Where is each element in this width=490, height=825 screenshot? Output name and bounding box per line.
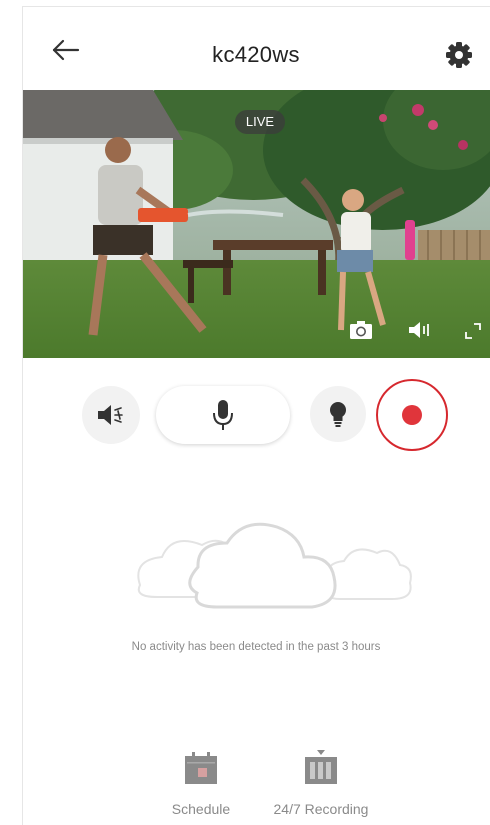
- microphone-button[interactable]: [156, 386, 290, 444]
- live-video-feed[interactable]: LIVE: [23, 90, 490, 358]
- device-title: kc420ws: [212, 42, 300, 67]
- empty-activity-message: No activity has been detected in the pas…: [131, 641, 381, 653]
- calendar-icon: [185, 752, 217, 784]
- record-button[interactable]: [376, 379, 448, 451]
- control-bar: [22, 379, 490, 460]
- live-badge: LIVE: [235, 110, 285, 134]
- tab-schedule-label: Schedule: [171, 801, 231, 817]
- speaker-volume-icon[interactable]: [407, 320, 431, 340]
- tab-recording[interactable]: 24/7 Recording: [261, 750, 381, 817]
- microphone-icon: [213, 400, 233, 430]
- light-button[interactable]: [310, 386, 366, 442]
- gear-icon[interactable]: [444, 40, 474, 70]
- recording-icon: [305, 750, 337, 784]
- record-icon: [402, 405, 422, 425]
- camera-snapshot-icon[interactable]: [349, 320, 373, 340]
- header: kc420ws: [22, 6, 490, 90]
- tab-schedule[interactable]: Schedule: [141, 750, 261, 817]
- speaker-mute-icon: [98, 405, 123, 425]
- cloud-icon: [137, 522, 412, 609]
- tab-recording-label: 24/7 Recording: [273, 801, 369, 817]
- fullscreen-icon[interactable]: [464, 322, 482, 340]
- light-bulb-icon: [330, 402, 346, 427]
- empty-activity: [22, 515, 490, 625]
- speaker-mute-button[interactable]: [82, 386, 140, 444]
